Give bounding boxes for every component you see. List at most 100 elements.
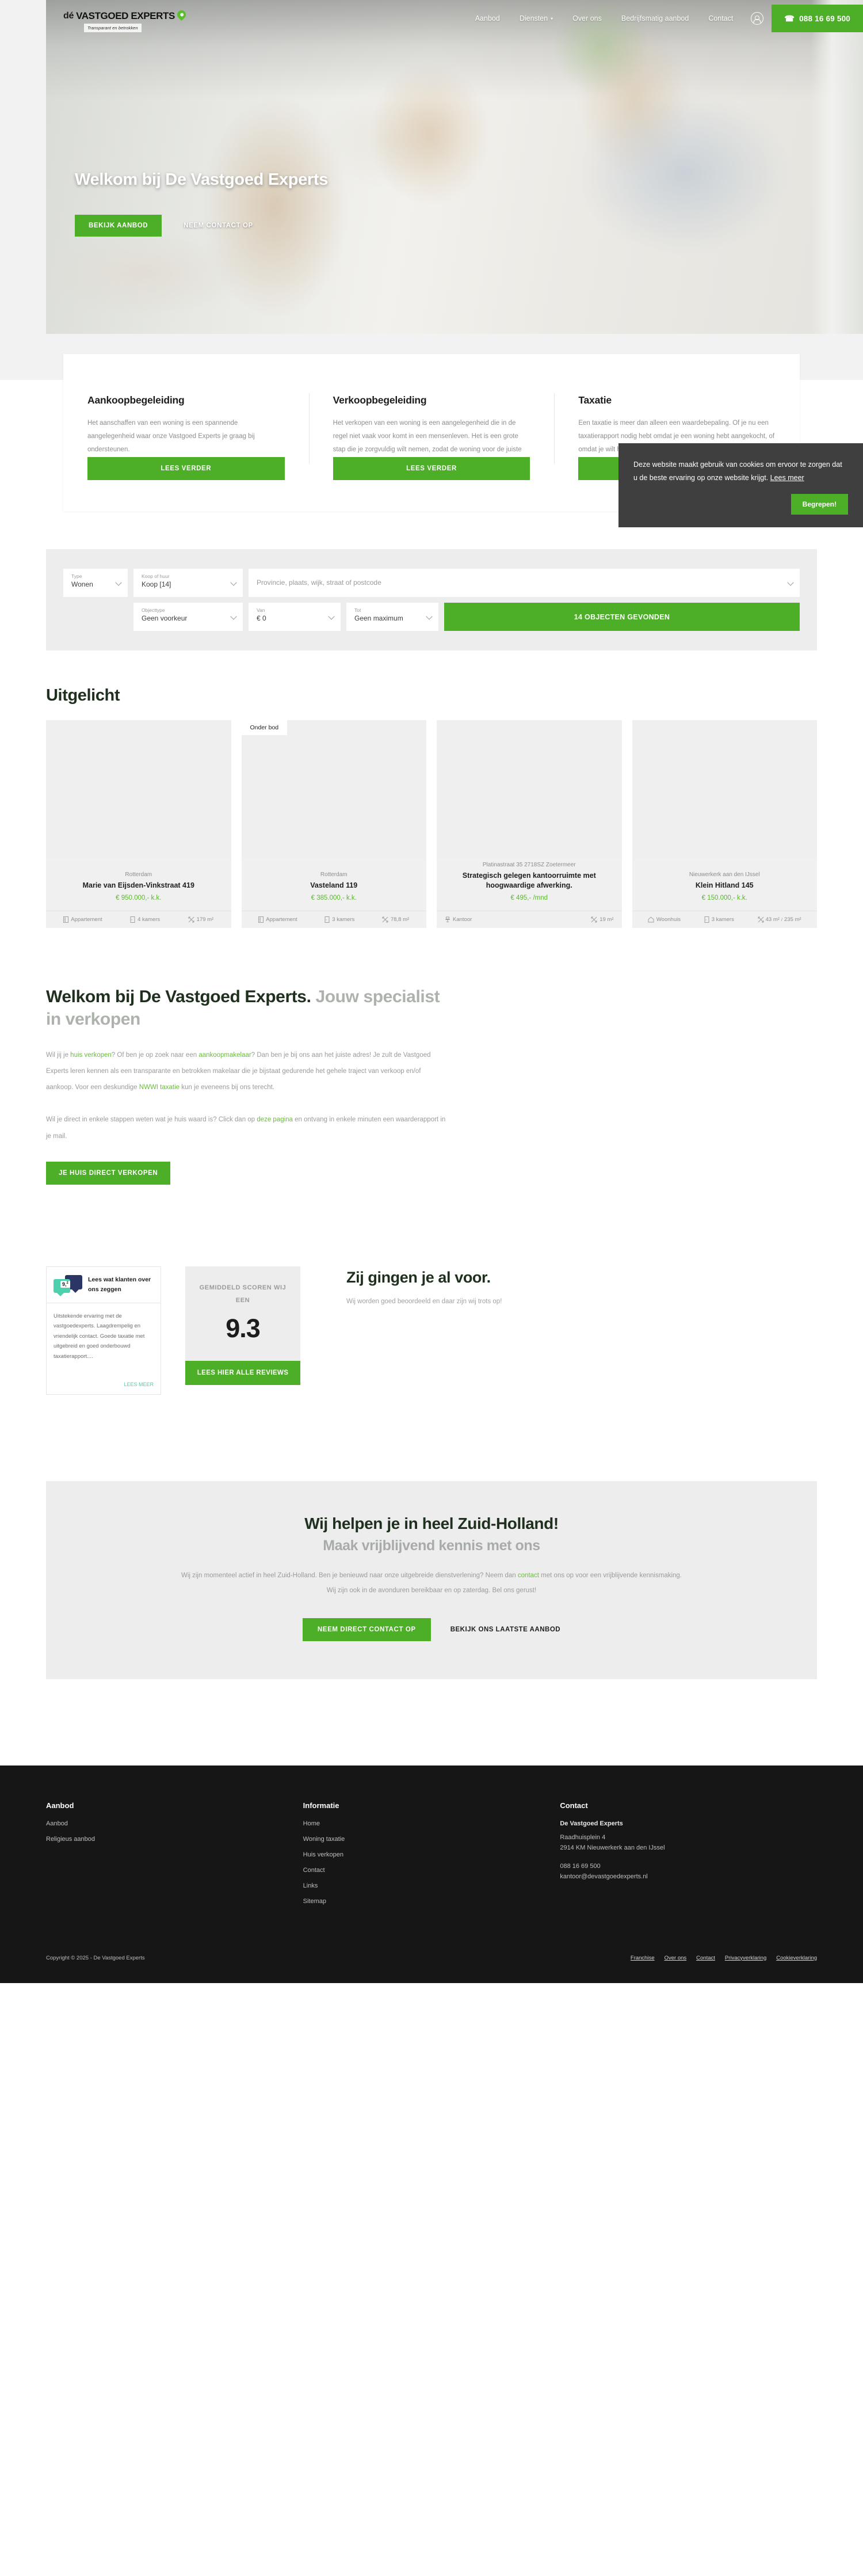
door-icon — [324, 916, 330, 923]
user-account-icon[interactable] — [751, 12, 764, 25]
text-fragment: Wil je direct in enkele stappen weten wa… — [46, 1116, 257, 1124]
feature-label: 19 m² — [599, 916, 614, 923]
search-field-type[interactable]: Type Wonen — [63, 569, 128, 597]
apartment-icon — [258, 916, 264, 923]
sell-house-button[interactable]: JE HUIS DIRECT VERKOPEN — [46, 1161, 171, 1185]
link-contact[interactable]: contact — [518, 1572, 539, 1579]
feature-label: Woonhuis — [656, 916, 681, 923]
footer-column-title: Contact — [560, 1801, 588, 1810]
top-navigation: dé VASTGOED EXPERTS Transparant en betro… — [46, 0, 863, 37]
service-read-more-button[interactable]: LEES VERDER — [87, 457, 285, 480]
nav-item-aanbod[interactable]: Aanbod — [465, 14, 510, 22]
search-field-location[interactable]: Provincie, plaats, wijk, straat of postc… — [249, 569, 800, 597]
logo-prefix: dé — [63, 11, 74, 21]
property-card[interactable]: Rotterdam Marie van Eijsden-Vinkstraat 4… — [46, 720, 231, 928]
property-feature-area: 179 m² — [188, 916, 213, 923]
field-label: Van — [257, 607, 265, 613]
chevron-down-icon — [230, 613, 237, 620]
area-icon — [382, 916, 388, 923]
footer-link-contact-bottom[interactable]: Contact — [696, 1955, 715, 1961]
search-field-price-to[interactable]: Tot Geen maximum — [346, 603, 438, 631]
welcome-heading-dark: Welkom bij De Vastgoed Experts. — [46, 987, 311, 1006]
hero-secondary-button[interactable]: NEEM CONTACT OP — [184, 222, 253, 229]
chevron-down-icon — [230, 579, 237, 586]
service-read-more-button[interactable]: LEES VERDER — [333, 457, 530, 480]
nav-item-over-ons[interactable]: Over ons — [563, 14, 612, 22]
house-icon — [648, 916, 654, 923]
chevron-down-icon — [787, 579, 794, 586]
search-spacer — [63, 603, 128, 631]
phone-button[interactable]: ☎ 088 16 69 500 — [772, 5, 863, 32]
footer-link-huis-verkopen[interactable]: Huis verkopen — [303, 1851, 560, 1858]
property-title: Strategisch gelegen kantoorruimte met ho… — [462, 872, 596, 889]
footer-link-home[interactable]: Home — [303, 1820, 560, 1827]
text-fragment: kun je eveneens bij ons terecht. — [180, 1084, 275, 1091]
area-separator: / — [781, 916, 782, 922]
speech-bubbles-icon: 9,2 — [54, 1274, 82, 1296]
logo-tagline: Transparant en betrokken — [84, 24, 142, 32]
cta-primary-button[interactable]: NEEM DIRECT CONTACT OP — [302, 1618, 431, 1641]
service-title: Verkoopbegeleiding — [333, 394, 427, 406]
footer-link-cookieverklaring[interactable]: Cookieverklaring — [776, 1955, 817, 1961]
nav-item-contact[interactable]: Contact — [698, 14, 743, 22]
property-feature-rooms: 4 kamers — [130, 916, 160, 923]
door-icon — [704, 916, 709, 923]
cta-secondary-button[interactable]: BEKIJK ONS LAATSTE AANBOD — [450, 1626, 560, 1633]
footer-link-aanbod[interactable]: Aanbod — [46, 1820, 303, 1827]
footer-link-privacyverklaring[interactable]: Privacyverklaring — [725, 1955, 766, 1961]
property-card[interactable]: Platinastraat 35 2718SZ Zoetermeer Strat… — [437, 720, 622, 928]
cookie-read-more-link[interactable]: Lees meer — [770, 474, 804, 482]
feature-area-plot: 235 m² — [784, 916, 801, 923]
review-read-more-link[interactable]: LEES MEER — [47, 1378, 161, 1394]
property-title: Vasteland 119 — [310, 881, 358, 889]
footer-link-links[interactable]: Links — [303, 1882, 560, 1889]
property-search-bar: Type Wonen Koop of huur Koop [14] Provin… — [46, 549, 817, 650]
widget-score-decimal: 2 — [66, 1281, 68, 1285]
field-value: Geen voorkeur — [142, 614, 188, 623]
site-logo[interactable]: dé VASTGOED EXPERTS Transparant en betro… — [63, 8, 188, 32]
nav-links: Aanbod Diensten ▾ Over ons Bedrijfsmatig … — [465, 5, 863, 32]
footer-email[interactable]: kantoor@devastgoedexperts.nl — [560, 1873, 817, 1880]
all-reviews-button[interactable]: LEES HIER ALLE REVIEWS — [185, 1360, 300, 1385]
property-card[interactable]: Nieuwerkerk aan den IJssel Klein Hitland… — [632, 720, 817, 928]
footer-link-franchise[interactable]: Franchise — [631, 1955, 655, 1961]
cta-section: Wij helpen je in heel Zuid-Holland! Maak… — [46, 1481, 817, 1679]
featured-heading: Uitgelicht — [46, 686, 120, 705]
search-field-price-from[interactable]: Van € 0 — [249, 603, 341, 631]
search-results-button[interactable]: 14 OBJECTEN GEVONDEN — [444, 603, 800, 631]
nav-label: Diensten — [519, 14, 548, 22]
footer-column-contact: Contact De Vastgoed Experts Raadhuisplei… — [560, 1801, 817, 1913]
property-price: € 150.000,- k.k. — [701, 894, 747, 901]
link-nwwi-taxatie[interactable]: NWWI taxatie — [139, 1084, 180, 1091]
hero-content: Welkom bij De Vastgoed Experts BEKIJK AA… — [75, 170, 328, 237]
property-image: Onder bod — [241, 720, 426, 858]
area-icon — [591, 916, 597, 923]
link-huis-verkopen[interactable]: huis verkopen — [70, 1052, 112, 1059]
field-label: Koop of huur — [142, 573, 170, 579]
property-card[interactable]: Onder bod Rotterdam Vasteland 119 € 385.… — [241, 720, 426, 928]
footer-address-line-2: 2914 KM Nieuwerkerk aan den IJssel — [560, 1844, 665, 1851]
review-quote: Uitstekende ervaring met de vastgoedexpe… — [54, 1312, 145, 1360]
search-field-koop-of-huur[interactable]: Koop of huur Koop [14] — [133, 569, 243, 597]
link-aankoopmakelaar[interactable]: aankoopmakelaar — [198, 1052, 251, 1059]
footer-link-woning-taxatie[interactable]: Woning taxatie — [303, 1836, 560, 1843]
link-deze-pagina[interactable]: deze pagina — [257, 1116, 293, 1123]
footer-link-sitemap[interactable]: Sitemap — [303, 1898, 560, 1905]
nav-item-diensten[interactable]: Diensten ▾ — [510, 14, 563, 22]
reviews-section: 9,2 Lees wat klanten over ons zeggen Uit… — [46, 1266, 817, 1395]
search-field-objecttype[interactable]: Objecttype Geen voorkeur — [133, 603, 243, 631]
cookie-accept-button[interactable]: Begrepen! — [791, 494, 848, 515]
feature-label: 3 kamers — [332, 916, 355, 923]
footer-link-over-ons[interactable]: Over ons — [665, 1955, 687, 1961]
footer-link-contact[interactable]: Contact — [303, 1867, 560, 1874]
footer-phone[interactable]: 088 16 69 500 — [560, 1863, 817, 1870]
footer-link-religieus-aanbod[interactable]: Religieus aanbod — [46, 1836, 303, 1843]
average-score-card: GEMIDDELD SCOREN WIJ EEN 9.3 LEES HIER A… — [185, 1266, 300, 1385]
property-feature-type: Appartement — [63, 916, 102, 923]
nav-item-bedrijfsmatig-aanbod[interactable]: Bedrijfsmatig aanbod — [612, 14, 698, 22]
footer-legal-links: Franchise Over ons Contact Privacyverkla… — [631, 1955, 817, 1961]
hero-primary-button[interactable]: BEKIJK AANBOD — [75, 215, 162, 237]
field-label: Objecttype — [142, 607, 165, 613]
reviews-heading: Zij gingen je al voor. — [346, 1268, 491, 1286]
property-image — [437, 720, 622, 858]
